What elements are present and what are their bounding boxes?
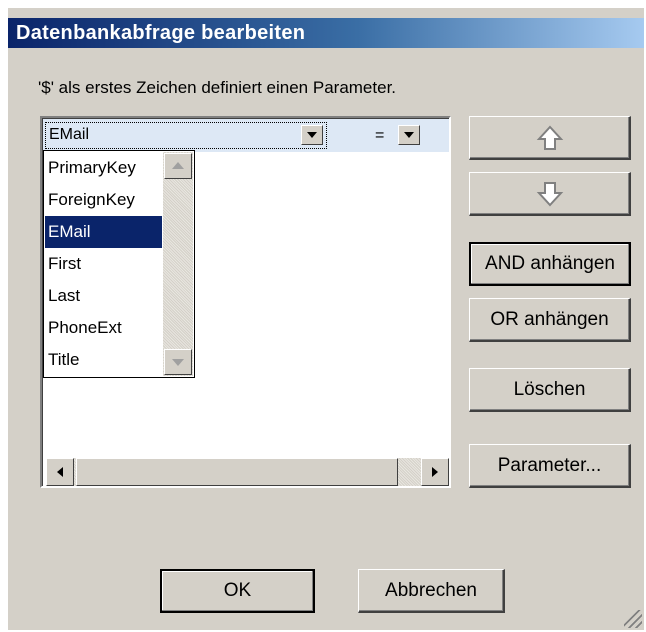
chevron-up-icon <box>172 162 184 169</box>
dropdown-item[interactable]: First <box>45 248 162 280</box>
dropdown-scrollbar[interactable] <box>163 152 193 376</box>
operator-select-value[interactable]: = <box>375 127 384 145</box>
scroll-down-button[interactable] <box>164 349 192 375</box>
resize-grip-icon[interactable] <box>624 610 642 628</box>
title-bar[interactable]: Datenbankabfrage bearbeiten <box>8 18 644 48</box>
scroll-left-button[interactable] <box>46 458 74 486</box>
dropdown-item[interactable]: PhoneExt <box>45 312 162 344</box>
scroll-up-button[interactable] <box>164 153 192 179</box>
ok-button[interactable]: OK <box>160 569 315 613</box>
arrow-up-icon <box>536 125 563 150</box>
add-and-button[interactable]: AND anhängen <box>469 242 631 286</box>
move-down-button[interactable] <box>469 172 631 216</box>
dropdown-item[interactable]: ForeignKey <box>45 184 162 216</box>
cancel-button[interactable]: Abbrechen <box>358 569 505 613</box>
dropdown-item-selected[interactable]: EMail <box>45 216 162 248</box>
field-dropdown-button[interactable] <box>301 125 323 145</box>
field-dropdown-list[interactable]: PrimaryKey ForeignKey EMail First Last P… <box>43 150 195 378</box>
add-or-button[interactable]: OR anhängen <box>469 298 631 342</box>
window-title: Datenbankabfrage bearbeiten <box>16 22 306 44</box>
parameters-button[interactable]: Parameter... <box>469 444 631 488</box>
chevron-right-icon <box>432 467 438 477</box>
dropdown-item[interactable]: Last <box>45 280 162 312</box>
move-up-button[interactable] <box>469 116 631 160</box>
horizontal-scrollbar[interactable] <box>46 458 449 486</box>
horizontal-scroll-thumb[interactable] <box>76 458 398 486</box>
chevron-down-icon <box>172 359 184 366</box>
dropdown-item[interactable]: Title <box>45 344 162 376</box>
arrow-down-icon <box>536 181 563 206</box>
field-select[interactable]: EMail <box>45 122 327 149</box>
criteria-row[interactable]: EMail = <box>43 119 449 152</box>
field-select-value: EMail <box>49 126 90 143</box>
scroll-right-button[interactable] <box>421 458 449 486</box>
chevron-left-icon <box>57 467 63 477</box>
dropdown-item[interactable]: PrimaryKey <box>45 152 162 184</box>
parameter-hint: '$' als erstes Zeichen definiert einen P… <box>38 78 397 97</box>
delete-button[interactable]: Löschen <box>469 368 631 412</box>
operator-dropdown-button[interactable] <box>398 125 420 145</box>
